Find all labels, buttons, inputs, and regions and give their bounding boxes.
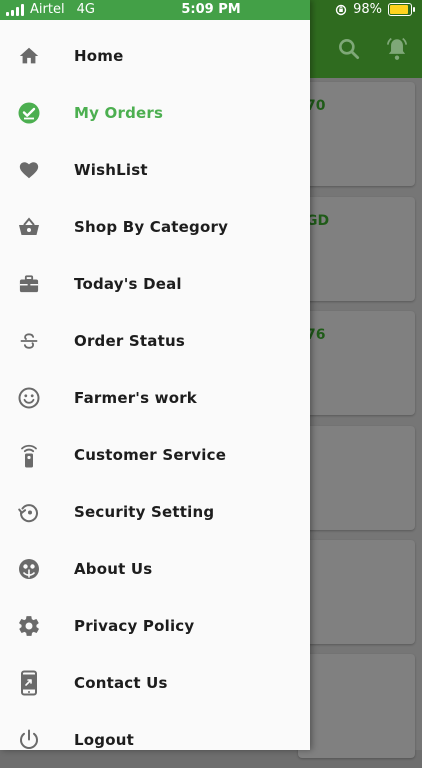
order-card[interactable]: [298, 426, 415, 530]
restore-icon: [17, 500, 41, 524]
battery-percent: 98%: [353, 2, 382, 17]
menu-item-label: WishList: [74, 160, 148, 179]
battery-icon: [388, 3, 415, 16]
menu-item-label: Logout: [74, 730, 134, 749]
order-card[interactable]: [298, 540, 415, 644]
order-card[interactable]: 70: [298, 82, 415, 186]
briefcase-icon: [17, 272, 41, 296]
menu-item-shop-by-category[interactable]: Shop By Category: [0, 198, 310, 255]
menu-item-farmers-work[interactable]: Farmer's work: [0, 369, 310, 426]
drawer-menu: Home My Orders WishList Shop By Category: [0, 27, 310, 768]
remote-signal-icon: [17, 443, 41, 467]
menu-item-about-us[interactable]: About Us: [0, 540, 310, 597]
heart-icon: [17, 158, 41, 182]
menu-item-label: My Orders: [74, 103, 164, 122]
menu-item-home[interactable]: Home: [0, 27, 310, 84]
menu-item-label: About Us: [74, 559, 153, 578]
menu-item-logout[interactable]: Logout: [0, 711, 310, 768]
check-circle-icon: [17, 101, 41, 125]
home-icon: [17, 44, 41, 68]
status-bar: Airtel 4G 5:09 PM 98%: [0, 0, 422, 20]
menu-item-contact-us[interactable]: Contact Us: [0, 654, 310, 711]
face-icon: [17, 557, 41, 581]
menu-item-label: Security Setting: [74, 502, 215, 521]
menu-item-todays-deal[interactable]: Today's Deal: [0, 255, 310, 312]
search-icon[interactable]: [336, 36, 362, 62]
menu-item-label: Farmer's work: [74, 388, 197, 407]
menu-item-label: Order Status: [74, 331, 185, 350]
menu-item-label: Today's Deal: [74, 274, 182, 293]
power-icon: [17, 728, 41, 752]
menu-item-label: Customer Service: [74, 445, 227, 464]
menu-item-my-orders[interactable]: My Orders: [0, 84, 310, 141]
order-card[interactable]: GD: [298, 197, 415, 301]
basket-icon: [17, 215, 41, 239]
menu-item-customer-service[interactable]: Customer Service: [0, 426, 310, 483]
navigation-drawer: Home My Orders WishList Shop By Category: [0, 0, 310, 750]
menu-item-privacy-policy[interactable]: Privacy Policy: [0, 597, 310, 654]
menu-item-label: Shop By Category: [74, 217, 229, 236]
strikethrough-s-icon: [17, 329, 41, 353]
menu-item-security-setting[interactable]: Security Setting: [0, 483, 310, 540]
status-right: 98%: [335, 2, 415, 17]
menu-item-label: Contact Us: [74, 673, 168, 692]
phone-forward-icon: [17, 670, 41, 695]
bell-icon[interactable]: [384, 36, 410, 62]
order-card[interactable]: 76: [298, 311, 415, 415]
order-card[interactable]: [298, 654, 415, 758]
menu-item-label: Privacy Policy: [74, 616, 195, 635]
menu-item-wishlist[interactable]: WishList: [0, 141, 310, 198]
orientation-lock-icon: [335, 4, 347, 15]
gear-icon: [17, 614, 41, 638]
smiley-icon: [17, 386, 41, 410]
menu-item-order-status[interactable]: Order Status: [0, 312, 310, 369]
menu-item-label: Home: [74, 46, 124, 65]
